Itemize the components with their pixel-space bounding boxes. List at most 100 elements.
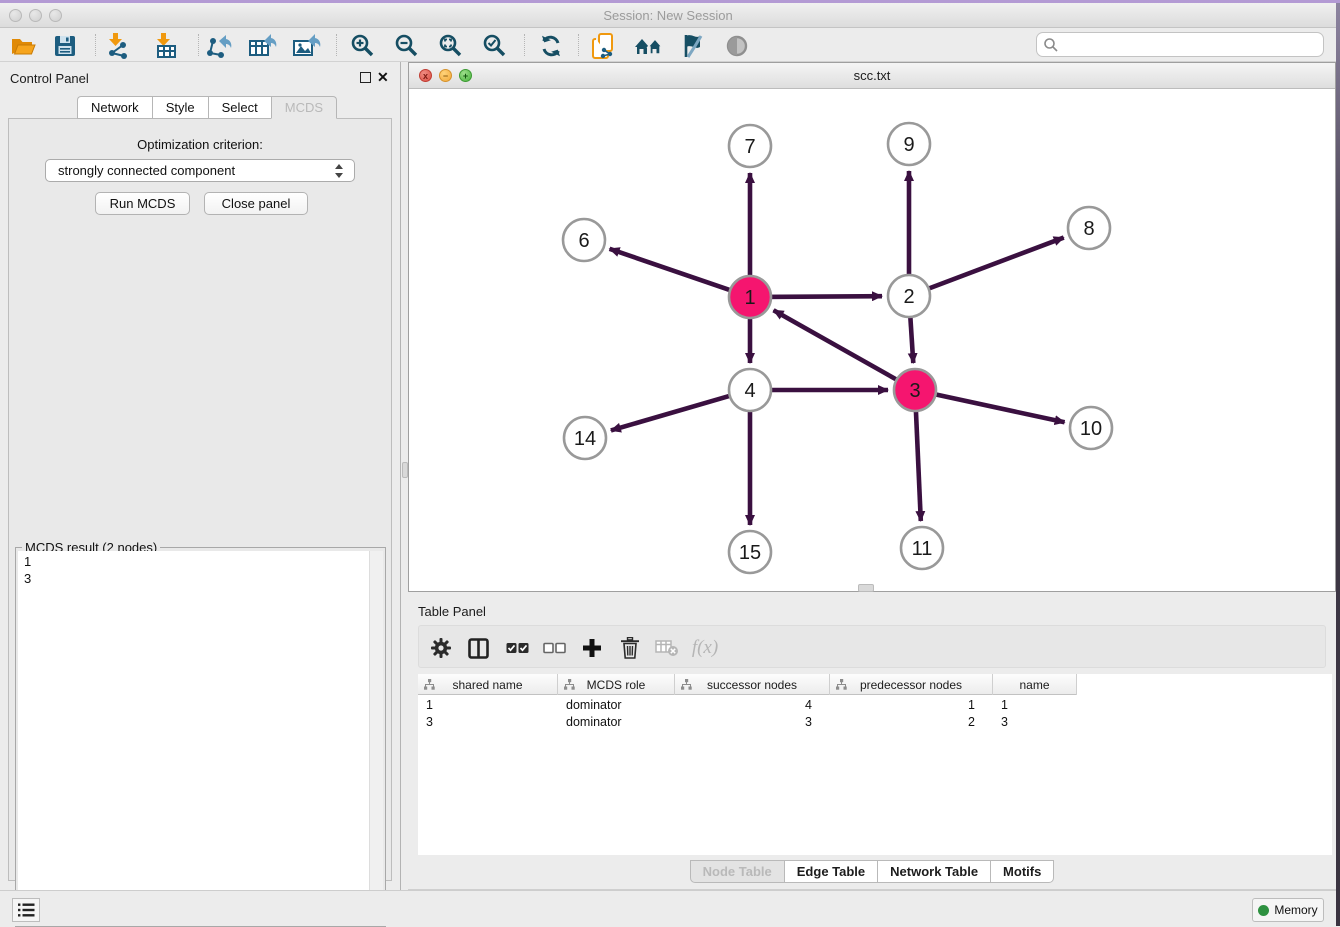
tab-edge-table[interactable]: Edge Table bbox=[784, 860, 877, 883]
import-network-icon[interactable] bbox=[103, 32, 133, 59]
control-panel-title: Control Panel bbox=[10, 71, 89, 86]
toolbar-separator bbox=[198, 34, 199, 56]
tab-network[interactable]: Network bbox=[77, 96, 152, 119]
gear-icon[interactable] bbox=[427, 634, 455, 662]
search-input[interactable] bbox=[1059, 35, 1323, 55]
show-graphics-details-icon[interactable] bbox=[722, 32, 752, 59]
table-cell[interactable]: 3 bbox=[418, 713, 558, 730]
table-panel-tabs: Node TableEdge TableNetwork TableMotifs bbox=[408, 860, 1336, 883]
vertical-splitter[interactable] bbox=[400, 62, 408, 890]
save-session-icon[interactable] bbox=[50, 32, 80, 59]
add-column-icon[interactable] bbox=[578, 634, 606, 662]
tab-network-table[interactable]: Network Table bbox=[877, 860, 990, 883]
task-history-button[interactable] bbox=[12, 898, 40, 922]
table-cell[interactable]: dominator bbox=[558, 713, 675, 730]
column-header-predecessor-nodes[interactable]: predecessor nodes bbox=[830, 674, 993, 695]
table-cell[interactable]: 3 bbox=[675, 713, 830, 730]
float-panel-icon[interactable] bbox=[360, 72, 371, 83]
edge-3-10[interactable] bbox=[927, 393, 1065, 423]
table-cell[interactable]: 1 bbox=[418, 696, 558, 713]
table-header-row: shared nameMCDS rolesuccessor nodesprede… bbox=[418, 674, 1077, 695]
table-panel-title: Table Panel bbox=[418, 604, 486, 619]
toolbar-separator bbox=[336, 34, 337, 56]
table-row[interactable]: 3dominator323 bbox=[418, 713, 1077, 730]
column-header-MCDS-role[interactable]: MCDS role bbox=[558, 674, 675, 695]
zoom-out-icon[interactable] bbox=[392, 32, 422, 59]
columns-icon[interactable] bbox=[464, 634, 492, 662]
search-icon bbox=[1043, 37, 1059, 53]
optimization-criterion-label: Optimization criterion: bbox=[9, 137, 391, 152]
mcds-scrollbar[interactable] bbox=[369, 551, 383, 924]
edge-1-2[interactable] bbox=[762, 296, 882, 297]
mcds-result-group: MCDS result (2 nodes) 1 3 bbox=[15, 547, 386, 927]
table-cell[interactable]: dominator bbox=[558, 696, 675, 713]
control-panel: Control Panel ✕ NetworkStyleSelectMCDS O… bbox=[0, 62, 400, 890]
table-cell[interactable]: 3 bbox=[993, 713, 1077, 730]
memory-button[interactable]: Memory bbox=[1252, 898, 1324, 922]
column-header-shared-name[interactable]: shared name bbox=[418, 674, 558, 695]
node-label-15: 15 bbox=[739, 542, 761, 564]
select-all-icon[interactable] bbox=[503, 634, 531, 662]
tab-select[interactable]: Select bbox=[208, 96, 271, 119]
open-session-icon[interactable] bbox=[8, 32, 38, 59]
table-cell[interactable]: 1 bbox=[993, 696, 1077, 713]
table-cell[interactable]: 2 bbox=[830, 713, 993, 730]
status-bar: Memory bbox=[0, 890, 1336, 926]
zoom-in-icon[interactable] bbox=[348, 32, 378, 59]
node-label-2: 2 bbox=[903, 286, 914, 308]
edge-1-6[interactable] bbox=[610, 249, 739, 293]
refresh-icon[interactable] bbox=[536, 32, 566, 59]
close-panel-icon[interactable]: ✕ bbox=[377, 69, 389, 85]
zoom-fit-icon[interactable] bbox=[436, 32, 466, 59]
control-panel-tabs: NetworkStyleSelectMCDS bbox=[77, 96, 337, 119]
desktop-edge-right bbox=[1336, 3, 1340, 926]
node-label-1: 1 bbox=[744, 287, 755, 309]
clone-network-icon[interactable] bbox=[590, 32, 620, 59]
delete-column-icon[interactable] bbox=[616, 634, 644, 662]
edge-4-14[interactable] bbox=[611, 393, 739, 430]
node-label-6: 6 bbox=[578, 230, 589, 252]
export-image-icon[interactable] bbox=[292, 32, 322, 59]
tab-motifs[interactable]: Motifs bbox=[990, 860, 1054, 883]
network-view-window: x − + scc.txt 1234678910111415 bbox=[408, 62, 1336, 592]
node-label-9: 9 bbox=[903, 134, 914, 156]
mcds-result-text[interactable]: 1 3 bbox=[18, 551, 369, 924]
export-table-icon[interactable] bbox=[248, 32, 278, 59]
select-stepper-icon bbox=[334, 163, 344, 179]
session-title: Session: New Session bbox=[0, 8, 1336, 23]
tab-style[interactable]: Style bbox=[152, 96, 208, 119]
import-table-icon[interactable] bbox=[151, 32, 181, 59]
network-graph[interactable]: 1234678910111415 bbox=[409, 89, 1335, 591]
export-network-icon[interactable] bbox=[204, 32, 234, 59]
search-box[interactable] bbox=[1036, 32, 1324, 57]
table-cell[interactable]: 4 bbox=[675, 696, 830, 713]
zoom-selected-icon[interactable] bbox=[480, 32, 510, 59]
table-row[interactable]: 1dominator411 bbox=[418, 696, 1077, 713]
tab-mcds[interactable]: MCDS bbox=[271, 96, 337, 119]
network-titlebar[interactable]: x − + scc.txt bbox=[409, 63, 1335, 89]
list-icon bbox=[17, 902, 35, 918]
column-header-name[interactable]: name bbox=[993, 674, 1077, 695]
node-label-4: 4 bbox=[744, 380, 755, 402]
run-mcds-button[interactable]: Run MCDS bbox=[95, 192, 190, 215]
selected-criterion: strongly connected component bbox=[58, 163, 235, 178]
edge-3-11[interactable] bbox=[916, 402, 921, 521]
hide-selected-icon[interactable] bbox=[677, 32, 707, 59]
node-table[interactable]: shared nameMCDS rolesuccessor nodesprede… bbox=[418, 674, 1332, 855]
network-view-title: scc.txt bbox=[409, 68, 1335, 83]
node-label-8: 8 bbox=[1083, 218, 1094, 240]
unselect-all-icon[interactable] bbox=[540, 634, 568, 662]
close-panel-button[interactable]: Close panel bbox=[204, 192, 308, 215]
first-neighbors-icon[interactable] bbox=[634, 32, 664, 59]
column-header-successor-nodes[interactable]: successor nodes bbox=[675, 674, 830, 695]
tab-node-table[interactable]: Node Table bbox=[690, 860, 784, 883]
node-label-3: 3 bbox=[909, 380, 920, 402]
table-panel: Table Panel ✕ bbox=[408, 596, 1336, 890]
main-titlebar: Session: New Session bbox=[0, 3, 1336, 28]
edge-3-1[interactable] bbox=[774, 310, 905, 384]
table-cell[interactable]: 1 bbox=[830, 696, 993, 713]
network-canvas[interactable]: 1234678910111415 bbox=[409, 89, 1335, 591]
splitter-handle[interactable] bbox=[858, 584, 874, 592]
edge-2-8[interactable] bbox=[920, 238, 1064, 292]
optimization-criterion-select[interactable]: strongly connected component bbox=[45, 159, 355, 182]
